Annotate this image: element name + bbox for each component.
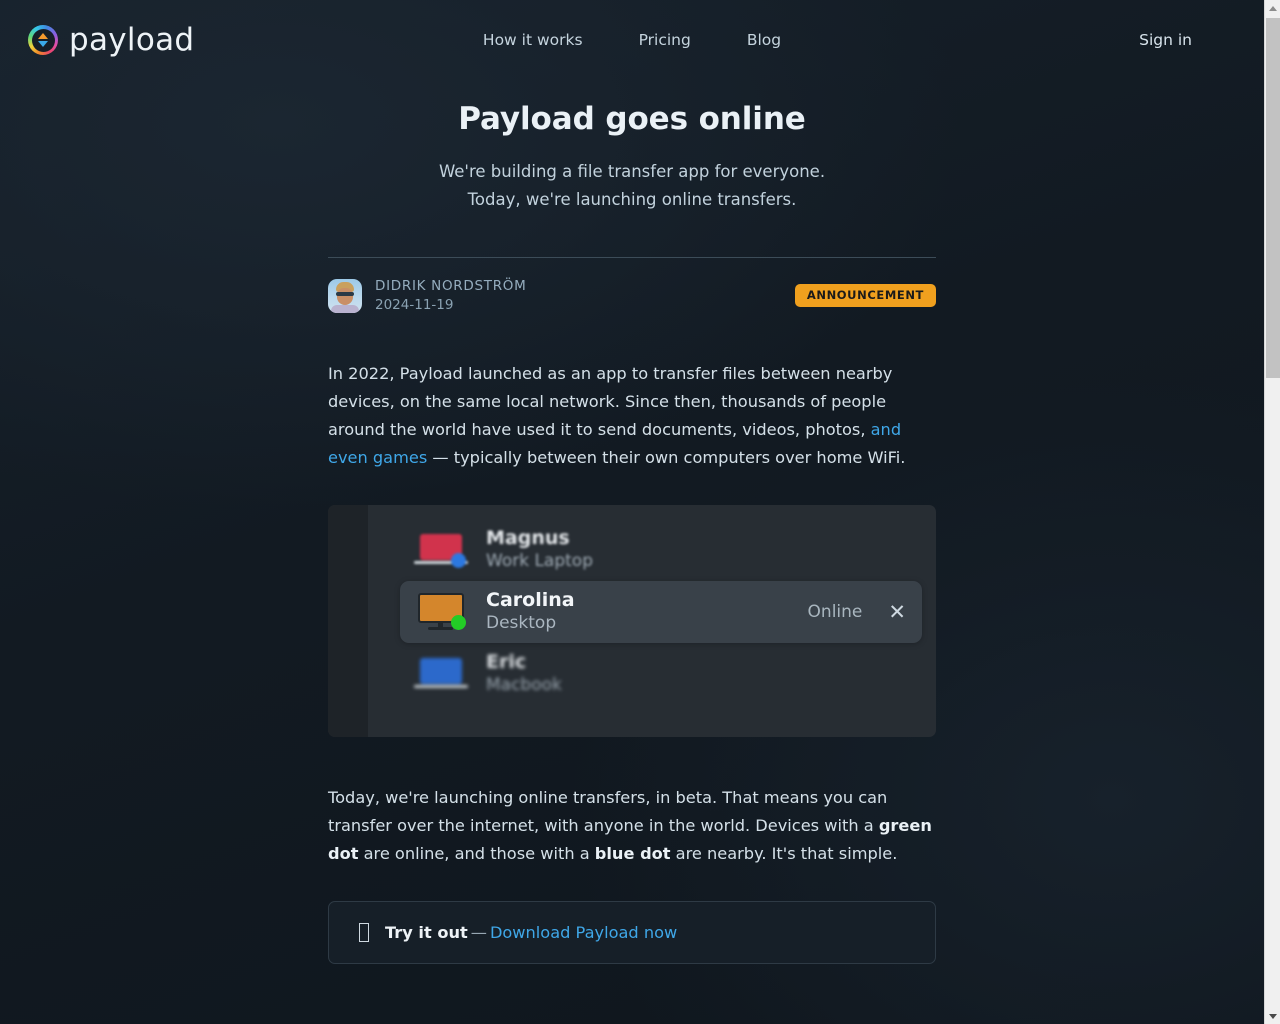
sign-in-link[interactable]: Sign in <box>1139 31 1192 49</box>
nav-item-blog[interactable]: Blog <box>747 31 781 49</box>
status-badge[interactable]: ANNOUNCEMENT <box>794 283 936 308</box>
paragraph-intro: In 2022, Payload launched as an app to t… <box>328 360 936 472</box>
article: Payload goes online We're building a fil… <box>328 80 936 1024</box>
laptop-icon <box>414 528 470 572</box>
brand-name: payload <box>69 21 195 58</box>
page-viewport: payload How it works Pricing Blog Sign i… <box>0 0 1264 1024</box>
blue-dot-emphasis: blue dot <box>594 844 671 863</box>
chevron-down-icon <box>1268 1013 1277 1019</box>
avatar <box>328 278 362 313</box>
paragraph-online: Today, we're launching online transfers,… <box>328 784 936 868</box>
site-header: payload How it works Pricing Blog Sign i… <box>0 0 1264 80</box>
paragraph-online-part2: are online, and those with a <box>358 844 595 863</box>
nav-item-pricing[interactable]: Pricing <box>639 31 691 49</box>
screenshot-device-row-magnus: Magnus Work Laptop <box>400 519 922 581</box>
download-payload-link[interactable]: Download Payload now <box>490 923 677 942</box>
paragraph-intro-part2: — typically between their own computers … <box>427 448 906 467</box>
close-icon: ✕ <box>888 599 906 624</box>
brand-logo-link[interactable]: payload <box>28 21 195 58</box>
post-subtitle-line-1: We're building a file transfer app for e… <box>438 162 826 181</box>
device-name: Magnus <box>486 527 570 550</box>
nav-item-how-it-works[interactable]: How it works <box>483 31 583 49</box>
callout-label: Try it out <box>385 923 468 942</box>
chevron-up-icon <box>1268 5 1277 11</box>
paragraph-online-part3: are nearby. It's that simple. <box>670 844 898 863</box>
device-name: Carolina <box>486 589 575 612</box>
device-subtitle: Work Laptop <box>486 551 593 572</box>
device-list-screenshot[interactable]: Magnus Work Laptop Carolina Desktop Onli… <box>328 505 936 737</box>
byline: DIDRIK NORDSTRÖM 2024-11-19 ANNOUNCEMENT <box>328 258 936 313</box>
device-subtitle: Macbook <box>486 675 562 696</box>
device-name: Eric <box>486 651 527 674</box>
paragraph-intro-part1: In 2022, Payload launched as an app to t… <box>328 364 893 439</box>
screenshot-device-row-carolina: Carolina Desktop Online ✕ <box>400 581 922 643</box>
post-subtitle-line-2: Today, we're launching online transfers. <box>467 190 797 209</box>
post-subtitle: We're building a file transfer app for e… <box>328 158 936 214</box>
page-title: Payload goes online <box>458 101 806 137</box>
payload-logo-icon <box>28 25 58 55</box>
main-nav: How it works Pricing Blog <box>483 31 781 49</box>
screenshot-device-list: Magnus Work Laptop Carolina Desktop Onli… <box>400 519 922 725</box>
post-date: 2024-11-19 <box>375 297 454 313</box>
device-subtitle: Desktop <box>486 613 557 634</box>
screenshot-device-row-eric: Eric Macbook <box>400 643 922 705</box>
scroll-down-button[interactable] <box>1265 1008 1280 1024</box>
paragraph-online-part1: Today, we're launching online transfers,… <box>328 788 888 835</box>
missing-glyph-icon <box>359 923 369 942</box>
screenshot-sidebar-strip <box>328 505 368 737</box>
scrollbar-thumb[interactable] <box>1266 18 1280 378</box>
try-it-out-callout: Try it out — Download Payload now <box>328 901 936 964</box>
author-name[interactable]: DIDRIK NORDSTRÖM <box>375 278 526 294</box>
monitor-icon <box>414 590 470 634</box>
laptop-icon <box>414 652 470 696</box>
vertical-scrollbar[interactable] <box>1264 0 1280 1024</box>
device-status: Online <box>807 602 863 622</box>
callout-dash: — <box>470 923 487 942</box>
scroll-up-button[interactable] <box>1265 0 1280 16</box>
